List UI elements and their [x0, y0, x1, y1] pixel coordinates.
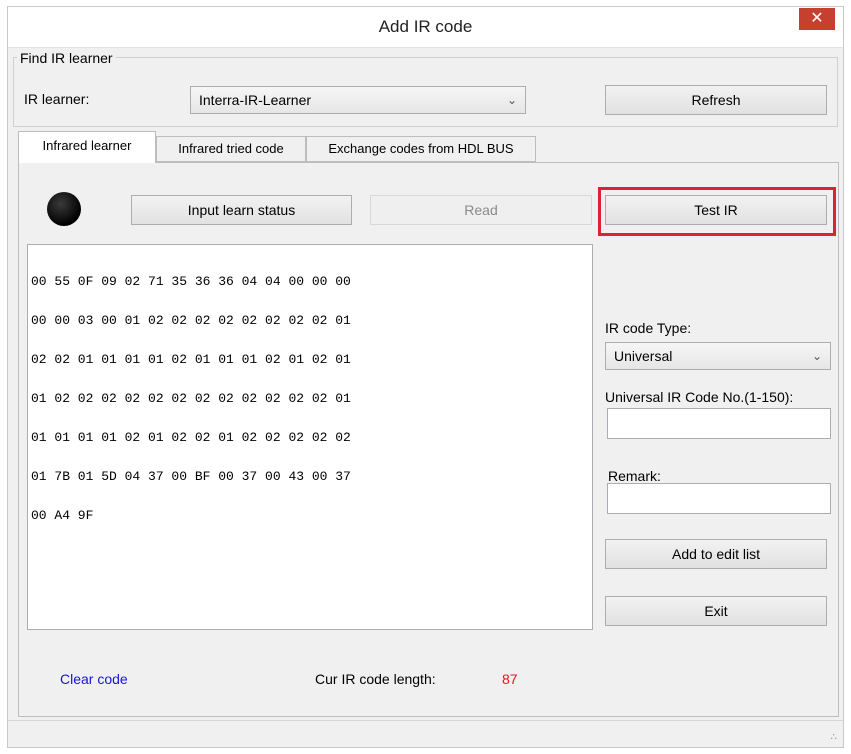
input-learn-status-button[interactable]: Input learn status — [131, 195, 352, 225]
ir-code-length-value: 87 — [502, 671, 518, 687]
tab-exchange-codes[interactable]: Exchange codes from HDL BUS — [306, 136, 536, 162]
universal-ir-code-no-input[interactable] — [607, 408, 831, 439]
remark-label: Remark: — [608, 468, 661, 484]
hex-line: 01 7B 01 5D 04 37 00 BF 00 37 00 43 00 3… — [31, 469, 351, 484]
ir-code-textarea[interactable]: 00 55 0F 09 02 71 35 36 36 04 04 00 00 0… — [27, 244, 593, 630]
hex-line: 02 02 01 01 01 01 02 01 01 01 02 01 02 0… — [31, 352, 351, 367]
ir-code-type-select[interactable]: Universal ⌄ — [605, 342, 831, 370]
resize-grip-icon[interactable]: ∴ — [831, 732, 837, 743]
test-ir-highlight — [598, 187, 836, 236]
tab-infrared-learner[interactable]: Infrared learner — [18, 131, 156, 163]
ir-learner-value: Interra-IR-Learner — [199, 92, 312, 108]
add-to-edit-list-button[interactable]: Add to edit list — [605, 539, 827, 569]
read-button[interactable]: Read — [370, 195, 592, 225]
chevron-down-icon: ⌄ — [811, 349, 822, 363]
tab-infrared-tried-code[interactable]: Infrared tried code — [156, 136, 306, 162]
status-led — [47, 192, 81, 226]
ir-learner-label: IR learner: — [24, 91, 90, 107]
title-bar: Add IR code ✕ — [8, 7, 843, 48]
ir-code-length-label: Cur IR code length: — [315, 671, 436, 687]
status-bar: ∴ — [8, 720, 843, 747]
chevron-down-icon: ⌄ — [506, 93, 517, 107]
close-button[interactable]: ✕ — [799, 8, 835, 30]
close-icon: ✕ — [810, 10, 824, 27]
window-title: Add IR code — [378, 17, 473, 36]
refresh-button[interactable]: Refresh — [605, 85, 827, 115]
find-ir-learner-legend: Find IR learner — [17, 50, 116, 66]
exit-button[interactable]: Exit — [605, 596, 827, 626]
ir-code-type-label: IR code Type: — [605, 320, 692, 336]
hex-line: 00 A4 9F — [31, 508, 94, 523]
remark-input[interactable] — [607, 483, 831, 514]
universal-ir-code-no-label: Universal IR Code No.(1-150): — [605, 389, 794, 405]
ir-code-type-value: Universal — [614, 348, 673, 364]
hex-line: 00 00 03 00 01 02 02 02 02 02 02 02 02 0… — [31, 313, 351, 328]
clear-code-link[interactable]: Clear code — [60, 671, 128, 687]
hex-line: 00 55 0F 09 02 71 35 36 36 04 04 00 00 0… — [31, 274, 351, 289]
ir-learner-select[interactable]: Interra-IR-Learner ⌄ — [190, 86, 526, 114]
dialog-window: Add IR code ✕ Find IR learner IR learner… — [7, 6, 844, 748]
hex-line: 01 01 01 01 02 01 02 02 01 02 02 02 02 0… — [31, 430, 351, 445]
hex-line: 01 02 02 02 02 02 02 02 02 02 02 02 02 0… — [31, 391, 351, 406]
